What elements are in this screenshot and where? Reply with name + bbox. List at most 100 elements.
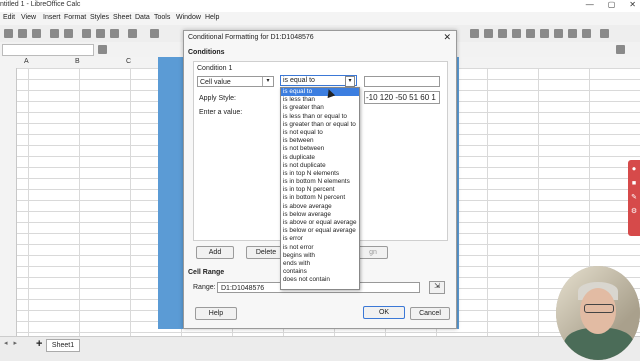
- menu-data[interactable]: Data: [135, 14, 150, 21]
- stop-icon[interactable]: ■: [628, 180, 640, 187]
- window-title: ntitled 1 - LibreOffice Calc: [0, 1, 81, 8]
- style-select[interactable]: [364, 76, 440, 87]
- row-header: [0, 68, 17, 336]
- special-character-icon[interactable]: [498, 29, 507, 38]
- maximize-button[interactable]: ▢: [608, 0, 616, 9]
- comment-icon[interactable]: [526, 29, 535, 38]
- chevron-down-icon[interactable]: ▾: [262, 77, 273, 86]
- redo-icon[interactable]: [64, 29, 73, 38]
- window-controls: — ▢ ✕: [586, 0, 636, 9]
- sheet-nav-arrows[interactable]: ◂ ▸: [4, 339, 19, 347]
- menu-sheet[interactable]: Sheet: [113, 14, 131, 21]
- cell-range-header: Cell Range: [188, 269, 225, 276]
- selected-column-d[interactable]: [158, 57, 184, 329]
- operator-option[interactable]: is not error: [281, 244, 359, 252]
- operator-option[interactable]: is error: [281, 235, 359, 243]
- operator-option[interactable]: is above or equal average: [281, 219, 359, 227]
- column-a-header[interactable]: A: [24, 58, 29, 65]
- conditions-header: Conditions: [188, 49, 225, 56]
- expand-formula-bar-icon[interactable]: [616, 45, 625, 54]
- undo-icon[interactable]: [50, 29, 59, 38]
- sort-icon[interactable]: [128, 29, 137, 38]
- hyperlink-icon[interactable]: [512, 29, 521, 38]
- operator-option[interactable]: is in top N percent: [281, 186, 359, 194]
- condition-label: Condition 1: [197, 65, 233, 72]
- operator-option[interactable]: is above average: [281, 203, 359, 211]
- operator-select[interactable]: is equal to ▾: [280, 75, 357, 87]
- operator-option[interactable]: does not contain: [281, 276, 359, 284]
- operator-option[interactable]: is in bottom N percent: [281, 194, 359, 202]
- pivot-table-icon[interactable]: [484, 29, 493, 38]
- partially-hidden-button[interactable]: gn: [358, 246, 388, 259]
- menu-tools[interactable]: Tools: [154, 14, 170, 21]
- split-window-icon[interactable]: [582, 29, 591, 38]
- add-sheet-button[interactable]: +: [36, 338, 42, 350]
- save-icon[interactable]: [32, 29, 41, 38]
- enter-value-label: Enter a value:: [199, 109, 243, 116]
- column-b-header[interactable]: B: [75, 58, 80, 65]
- operator-dropdown-list: is equal to is less than is greater than…: [280, 87, 360, 290]
- freeze-rows-icon[interactable]: [568, 29, 577, 38]
- range-label: Range:: [193, 284, 216, 291]
- operator-option[interactable]: is between: [281, 137, 359, 145]
- cancel-button[interactable]: Cancel: [410, 307, 450, 320]
- recording-widget[interactable]: ⏺ ■ ✎ ⚙: [628, 160, 640, 236]
- chevron-down-icon[interactable]: ▾: [345, 76, 355, 87]
- cut-icon[interactable]: [82, 29, 91, 38]
- function-wizard-icon[interactable]: [98, 45, 107, 54]
- ok-button[interactable]: OK: [363, 306, 405, 319]
- menu-bar: Edit View Insert Format Styles Sheet Dat…: [0, 12, 640, 25]
- open-icon[interactable]: [18, 29, 27, 38]
- menu-window[interactable]: Window: [176, 14, 201, 21]
- percent-icon[interactable]: [150, 29, 159, 38]
- value-input[interactable]: -10 120 -50 51 60 1: [364, 91, 440, 104]
- add-button[interactable]: Add: [196, 246, 234, 259]
- settings-icon[interactable]: ⚙: [628, 207, 640, 215]
- operator-option[interactable]: is less than or equal to: [281, 113, 359, 121]
- menu-styles[interactable]: Styles: [90, 14, 109, 21]
- operator-option[interactable]: is greater than or equal to: [281, 121, 359, 129]
- menu-edit[interactable]: Edit: [3, 14, 15, 21]
- operator-option[interactable]: is not between: [281, 145, 359, 153]
- operator-option[interactable]: is in top N elements: [281, 170, 359, 178]
- define-print-area-icon[interactable]: [554, 29, 563, 38]
- operator-option[interactable]: begins with: [281, 252, 359, 260]
- menu-insert[interactable]: Insert: [43, 14, 61, 21]
- operator-option[interactable]: is below or equal average: [281, 227, 359, 235]
- close-window-button[interactable]: ✕: [629, 0, 636, 9]
- dialog-title: Conditional Formatting for D1:D1048576: [188, 34, 314, 41]
- operator-option[interactable]: is not equal to: [281, 129, 359, 137]
- title-bar: ntitled 1 - LibreOffice Calc — ▢ ✕: [0, 0, 640, 12]
- minimize-button[interactable]: —: [586, 0, 594, 9]
- condition-type-select[interactable]: Cell value ▾: [197, 76, 274, 87]
- operator-option[interactable]: is in bottom N elements: [281, 178, 359, 186]
- operator-option[interactable]: is duplicate: [281, 154, 359, 162]
- menu-format[interactable]: Format: [64, 14, 86, 21]
- close-icon[interactable]: ✕: [443, 32, 451, 43]
- show-draw-functions-icon[interactable]: [600, 29, 609, 38]
- operator-option[interactable]: is less than: [281, 96, 359, 104]
- sheet-tab-sheet1[interactable]: Sheet1: [46, 339, 80, 352]
- copy-icon[interactable]: [96, 29, 105, 38]
- name-box[interactable]: [2, 44, 94, 56]
- shrink-icon[interactable]: ⇲: [429, 281, 445, 294]
- new-document-icon[interactable]: [4, 29, 13, 38]
- header-footer-icon[interactable]: [540, 29, 549, 38]
- record-icon[interactable]: ⏺: [628, 166, 640, 174]
- operator-option[interactable]: ends with: [281, 260, 359, 268]
- operator-option[interactable]: is equal to: [281, 88, 359, 97]
- operator-option[interactable]: is greater than: [281, 104, 359, 112]
- menu-view[interactable]: View: [21, 14, 36, 21]
- chart-icon[interactable]: [470, 29, 479, 38]
- menu-help[interactable]: Help: [205, 14, 219, 21]
- pen-icon[interactable]: ✎: [628, 193, 640, 201]
- operator-option[interactable]: is not duplicate: [281, 162, 359, 170]
- webcam-overlay: [556, 266, 640, 360]
- sheet-tab-bar: ◂ ▸ + Sheet1: [0, 336, 640, 361]
- paste-icon[interactable]: [110, 29, 119, 38]
- operator-option[interactable]: is below average: [281, 211, 359, 219]
- operator-option[interactable]: contains: [281, 268, 359, 276]
- column-c-header[interactable]: C: [126, 58, 131, 65]
- operator-select-value: is equal to: [283, 77, 315, 84]
- help-button[interactable]: Help: [195, 307, 237, 320]
